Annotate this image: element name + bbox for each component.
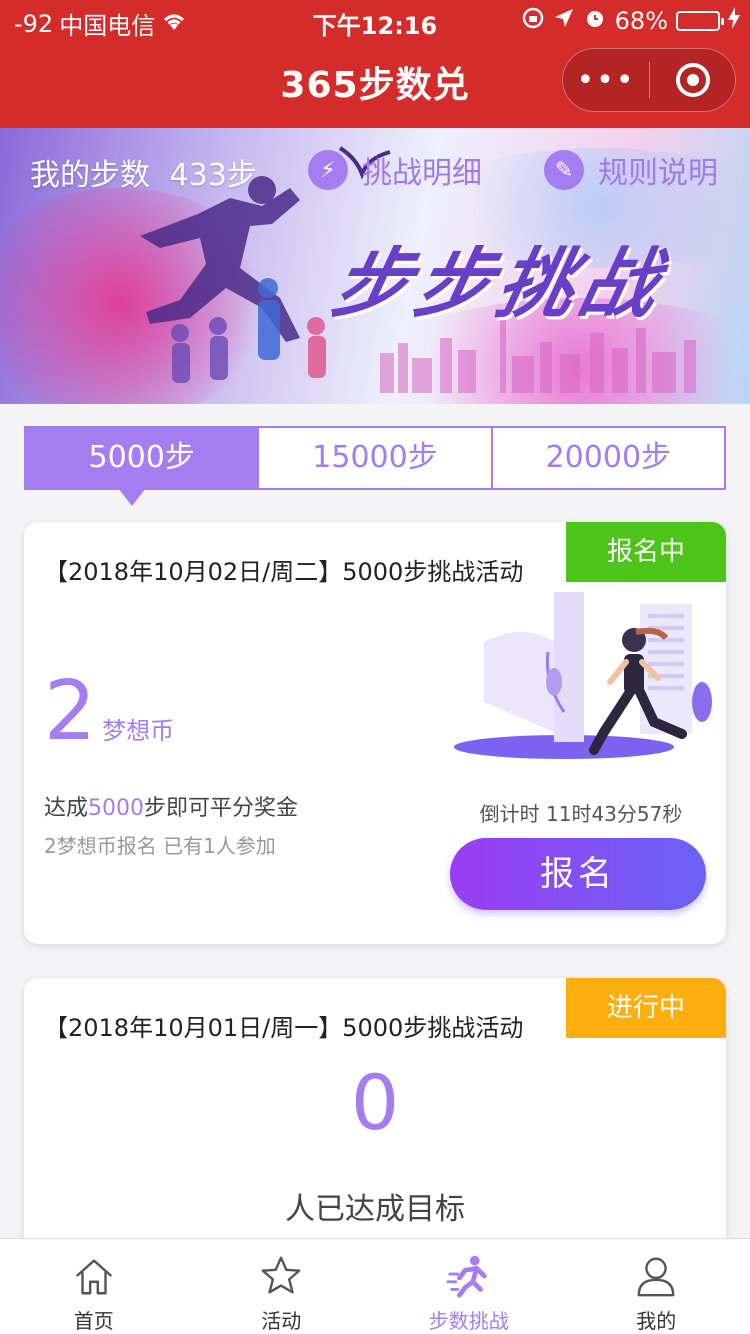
alarm-icon (583, 6, 607, 36)
status-bar: -92 中国电信 下午12:16 68% (0, 0, 750, 40)
my-steps-label: 我的步数 (30, 158, 150, 193)
tabbar-step-challenge[interactable]: 步数挑战 (375, 1239, 563, 1334)
tabbar-label: 步数挑战 (428, 1309, 509, 1333)
star-icon (261, 1256, 301, 1294)
step-tabs: 5000步 15000步 20000步 (24, 426, 726, 490)
my-steps-value: 433步 (169, 158, 257, 193)
user-icon (637, 1257, 675, 1297)
top-bar: -92 中国电信 下午12:16 68% 365步数兑 ••• (0, 0, 750, 128)
more-dots-icon[interactable]: ••• (563, 63, 649, 98)
coin-amount: 2 (44, 664, 97, 759)
challenge-card-registering: 报名中 【2018年10月02日/周二】5000步挑战活动 2 梦想币 达成50… (24, 522, 726, 944)
tabbar-label: 活动 (261, 1309, 302, 1333)
tabbar-mine[interactable]: 我的 (563, 1239, 750, 1334)
tab-5000[interactable]: 5000步 (26, 428, 260, 488)
challenge-detail-link[interactable]: ⚡ 挑战明细 (308, 148, 482, 192)
signup-button[interactable]: 报名 (450, 838, 706, 910)
charging-icon (728, 7, 740, 35)
battery-percent: 68% (614, 7, 668, 35)
runner-illustration (454, 592, 712, 759)
challenge-title: 【2018年10月01日/周一】5000步挑战活动 (44, 1014, 524, 1042)
goal-prefix: 达成 (44, 796, 89, 821)
entry-coins: 2 梦想币 (44, 664, 175, 759)
active-tab-caret (118, 488, 146, 506)
challenge-detail-label: 挑战明细 (362, 156, 482, 191)
tab-15000[interactable]: 15000步 (259, 428, 493, 488)
challenge-goal: 达成5000步即可平分奖金 (44, 790, 298, 822)
status-badge: 报名中 (566, 522, 726, 582)
banner-headline: 步步挑战 (325, 239, 673, 328)
goal-steps: 5000 (88, 796, 145, 821)
lightning-icon: ⚡ (308, 150, 348, 190)
tabbar-label: 首页 (73, 1309, 114, 1333)
location-icon (553, 7, 575, 35)
target-icon (675, 63, 710, 97)
rotation-lock-icon (521, 6, 545, 36)
rules-label: 规则说明 (598, 156, 718, 191)
bottom-tab-bar: 首页 活动 步数挑战 我的 (0, 1238, 750, 1334)
battery-icon (676, 11, 724, 31)
coin-unit: 梦想币 (102, 717, 175, 745)
challenge-banner: 我的步数 433步 ⚡ 挑战明细 ✎ 规则说明 步步挑战 (0, 128, 750, 404)
goal-suffix: 步即可平分奖金 (144, 796, 299, 821)
mini-program-capsule: ••• (562, 48, 736, 112)
close-mini-program-button[interactable] (650, 63, 735, 97)
runner-icon (446, 1255, 487, 1298)
challenge-card-in-progress: 进行中 【2018年10月01日/周一】5000步挑战活动 0 人已达成目标 (24, 978, 726, 1278)
tabbar-label: 我的 (636, 1309, 677, 1333)
participants-info: 2梦想币报名 已有1人参加 (44, 834, 276, 858)
countdown-timer: 倒计时 11时43分57秒 (479, 802, 683, 826)
tabbar-home[interactable]: 首页 (0, 1239, 188, 1334)
rules-icon: ✎ (544, 150, 584, 190)
home-icon (75, 1259, 112, 1295)
my-steps: 我的步数 433步 (30, 150, 257, 194)
tabbar-activity[interactable]: 活动 (188, 1239, 376, 1334)
achieved-label: 人已达成目标 (285, 1192, 465, 1227)
rules-link[interactable]: ✎ 规则说明 (544, 148, 718, 192)
tab-20000[interactable]: 20000步 (493, 428, 724, 488)
achieved-count: 0 (350, 1058, 400, 1147)
status-badge: 进行中 (566, 978, 726, 1038)
